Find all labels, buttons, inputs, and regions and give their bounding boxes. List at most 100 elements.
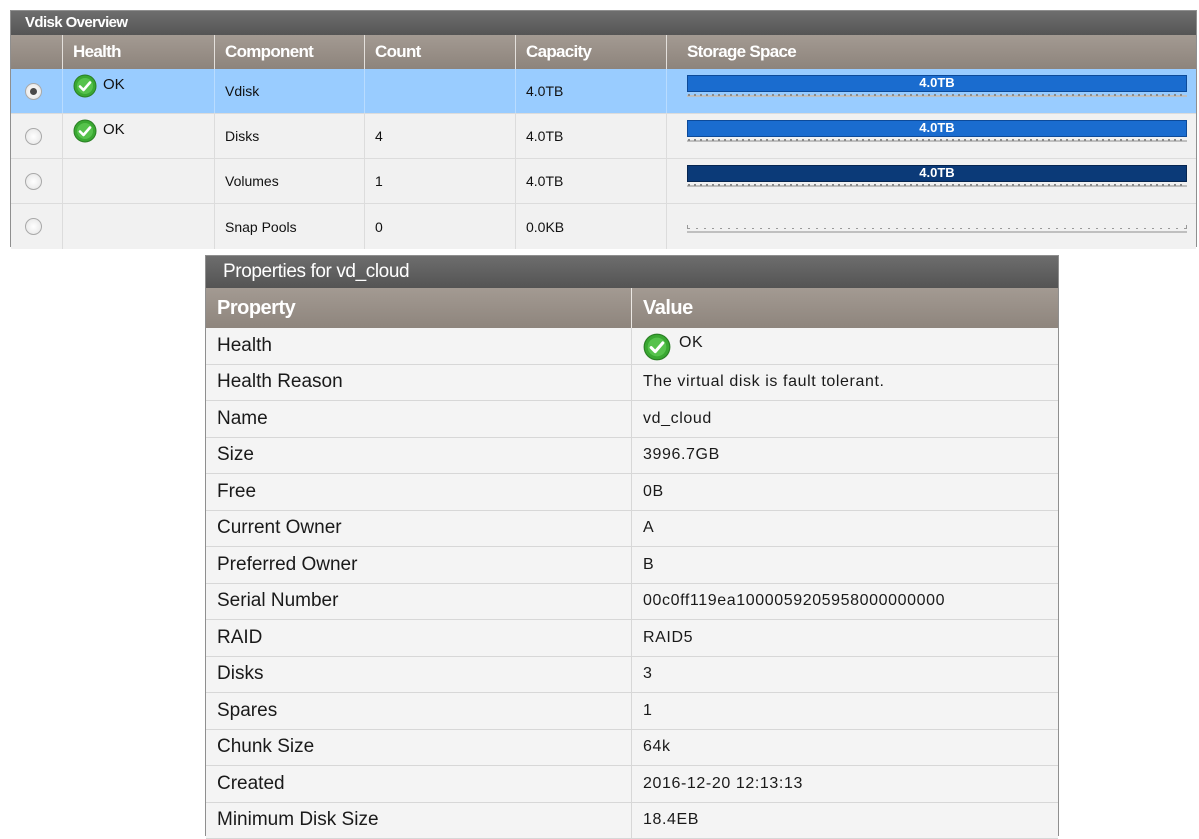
property-row-current-owner: Current Owner A bbox=[206, 511, 1058, 548]
overview-row-volumes[interactable]: Volumes 1 4.0TB 4.0TB bbox=[11, 159, 1196, 204]
property-row-serial-number: Serial Number 00c0ff119ea100005920595800… bbox=[206, 584, 1058, 621]
ok-check-icon bbox=[643, 333, 671, 361]
storage-space-cell: 4.0TB bbox=[667, 159, 1196, 203]
properties-panel: Properties for vd_cloud Property Value H… bbox=[205, 255, 1059, 836]
property-name: Serial Number bbox=[206, 584, 632, 620]
property-name: Health bbox=[206, 328, 632, 364]
column-header-component[interactable]: Component bbox=[215, 35, 365, 69]
property-value: 2016-12-20 12:13:13 bbox=[632, 766, 1058, 802]
property-name: Spares bbox=[206, 693, 632, 729]
component-cell: Snap Pools bbox=[215, 204, 365, 249]
health-status-text: OK bbox=[679, 334, 703, 352]
property-value: 3 bbox=[632, 657, 1058, 693]
health-cell: OK bbox=[63, 114, 215, 158]
row-radio-button[interactable] bbox=[25, 173, 42, 190]
health-status-text: OK bbox=[103, 121, 125, 138]
property-row-created: Created 2016-12-20 12:13:13 bbox=[206, 766, 1058, 803]
health-status-text: OK bbox=[103, 76, 125, 93]
storage-space-cell: 4.0TB bbox=[667, 69, 1196, 113]
property-value: 0B bbox=[632, 474, 1058, 510]
property-row-minimum-disk-size: Minimum Disk Size 18.4EB bbox=[206, 803, 1058, 839]
count-cell: 1 bbox=[365, 159, 516, 203]
overview-row-snap-pools[interactable]: Snap Pools 0 0.0KB bbox=[11, 204, 1196, 249]
vdisk-overview-header: Health Component Count Capacity Storage … bbox=[11, 35, 1196, 69]
column-header-property: Property bbox=[206, 288, 632, 328]
overview-row-vdisk[interactable]: OK Vdisk 4.0TB 4.0TB bbox=[11, 69, 1196, 114]
property-row-chunk-size: Chunk Size 64k bbox=[206, 730, 1058, 767]
storage-space-cell bbox=[667, 204, 1196, 249]
property-name: RAID bbox=[206, 620, 632, 656]
radio-selected-dot bbox=[30, 88, 37, 95]
property-value: The virtual disk is fault tolerant. bbox=[632, 365, 1058, 401]
storage-bar-fill: 4.0TB bbox=[687, 75, 1187, 92]
property-value: 64k bbox=[632, 730, 1058, 766]
property-row-health-reason: Health Reason The virtual disk is fault … bbox=[206, 365, 1058, 402]
property-value: 18.4EB bbox=[632, 803, 1058, 839]
capacity-cell: 4.0TB bbox=[516, 69, 667, 113]
count-cell bbox=[365, 69, 516, 113]
select-column-header bbox=[11, 35, 63, 69]
storage-bar-track: 4.0TB bbox=[687, 75, 1187, 97]
property-row-preferred-owner: Preferred Owner B bbox=[206, 547, 1058, 584]
capacity-cell: 0.0KB bbox=[516, 204, 667, 249]
column-header-value: Value bbox=[632, 288, 693, 328]
property-value: OK bbox=[632, 328, 1058, 364]
property-name: Name bbox=[206, 401, 632, 437]
property-name: Chunk Size bbox=[206, 730, 632, 766]
property-value: A bbox=[632, 511, 1058, 547]
column-header-capacity[interactable]: Capacity bbox=[516, 35, 667, 69]
property-row-free: Free 0B bbox=[206, 474, 1058, 511]
property-value: 00c0ff119ea1000059205958000000000 bbox=[632, 584, 1058, 620]
property-name: Size bbox=[206, 438, 632, 474]
storage-space-cell: 4.0TB bbox=[667, 114, 1196, 158]
property-name: Current Owner bbox=[206, 511, 632, 547]
capacity-cell: 4.0TB bbox=[516, 159, 667, 203]
component-cell: Volumes bbox=[215, 159, 365, 203]
property-row-size: Size 3996.7GB bbox=[206, 438, 1058, 475]
column-header-storage-space[interactable]: Storage Space bbox=[667, 35, 1196, 69]
properties-title: Properties for vd_cloud bbox=[206, 256, 1058, 288]
property-value: 1 bbox=[632, 693, 1058, 729]
row-radio-button[interactable] bbox=[25, 218, 42, 235]
capacity-cell: 4.0TB bbox=[516, 114, 667, 158]
row-select-cell bbox=[11, 159, 63, 203]
health-cell bbox=[63, 159, 215, 203]
property-row-name: Name vd_cloud bbox=[206, 401, 1058, 438]
storage-bar-track: 4.0TB bbox=[687, 165, 1187, 187]
ok-check-icon bbox=[73, 74, 97, 98]
storage-bar-fill: 4.0TB bbox=[687, 165, 1187, 182]
ok-check-icon bbox=[73, 119, 97, 143]
vdisk-overview-panel: Vdisk Overview Health Component Count Ca… bbox=[10, 10, 1197, 247]
property-row-raid: RAID RAID5 bbox=[206, 620, 1058, 657]
property-name: Minimum Disk Size bbox=[206, 803, 632, 839]
property-value: B bbox=[632, 547, 1058, 583]
count-cell: 4 bbox=[365, 114, 516, 158]
property-value: 3996.7GB bbox=[632, 438, 1058, 474]
properties-header: Property Value bbox=[206, 288, 1058, 328]
component-cell: Disks bbox=[215, 114, 365, 158]
component-cell: Vdisk bbox=[215, 69, 365, 113]
column-header-health[interactable]: Health bbox=[63, 35, 215, 69]
storage-bar-empty bbox=[687, 225, 1187, 229]
row-select-cell bbox=[11, 114, 63, 158]
storage-bar-track bbox=[687, 211, 1187, 233]
property-name: Health Reason bbox=[206, 365, 632, 401]
property-name: Preferred Owner bbox=[206, 547, 632, 583]
row-select-cell bbox=[11, 69, 63, 113]
row-radio-button[interactable] bbox=[25, 128, 42, 145]
property-name: Created bbox=[206, 766, 632, 802]
property-value: RAID5 bbox=[632, 620, 1058, 656]
row-radio-button[interactable] bbox=[25, 83, 42, 100]
property-name: Disks bbox=[206, 657, 632, 693]
row-select-cell bbox=[11, 204, 63, 249]
overview-row-disks[interactable]: OK Disks 4 4.0TB 4.0TB bbox=[11, 114, 1196, 159]
column-header-count[interactable]: Count bbox=[365, 35, 516, 69]
health-cell bbox=[63, 204, 215, 249]
storage-bar-track: 4.0TB bbox=[687, 120, 1187, 142]
storage-bar-fill: 4.0TB bbox=[687, 120, 1187, 137]
property-value: vd_cloud bbox=[632, 401, 1058, 437]
health-cell: OK bbox=[63, 69, 215, 113]
property-name: Free bbox=[206, 474, 632, 510]
count-cell: 0 bbox=[365, 204, 516, 249]
vdisk-overview-title: Vdisk Overview bbox=[11, 11, 1196, 35]
